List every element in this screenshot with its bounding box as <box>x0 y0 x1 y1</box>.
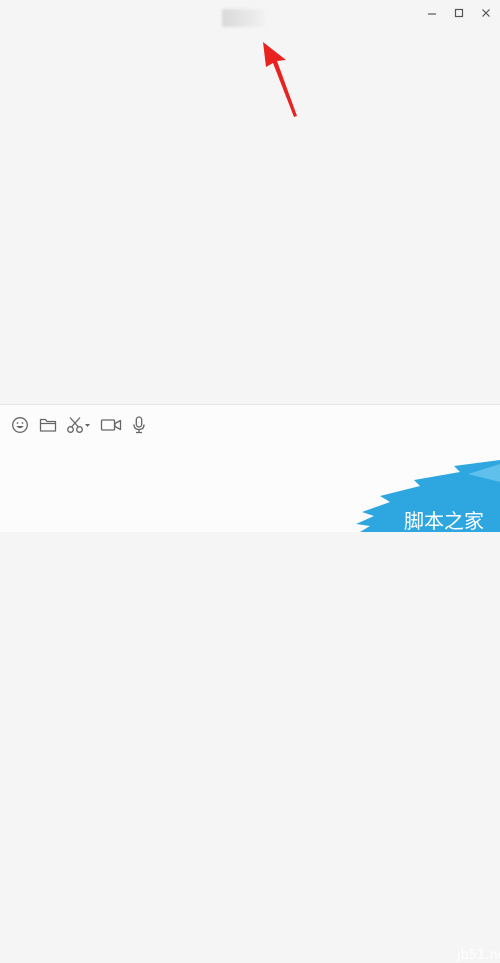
minimize-button[interactable] <box>419 2 445 24</box>
close-button[interactable] <box>473 2 499 24</box>
maximize-icon <box>454 8 464 18</box>
red-arrow-annotation <box>263 42 297 117</box>
emoji-icon <box>12 417 28 433</box>
screenshot-button[interactable] <box>66 413 92 437</box>
chat-window: jb51.net 脚本之家 <box>0 0 500 963</box>
video-call-button[interactable] <box>100 413 122 437</box>
message-input[interactable] <box>10 441 354 531</box>
video-icon <box>100 419 122 431</box>
voice-button[interactable] <box>131 413 147 437</box>
folder-icon <box>39 418 57 432</box>
input-toolbar <box>0 413 200 437</box>
watermark-domain: jb51.net <box>457 948 500 963</box>
close-icon <box>482 9 490 17</box>
message-area[interactable] <box>0 28 500 404</box>
scissors-icon <box>67 417 90 433</box>
contact-name-blurred <box>222 9 266 27</box>
maximize-button[interactable] <box>446 2 472 24</box>
title-bar[interactable] <box>0 0 500 28</box>
file-button[interactable] <box>38 413 58 437</box>
microphone-icon <box>133 416 145 434</box>
minimize-icon <box>428 13 436 15</box>
emoji-button[interactable] <box>10 413 30 437</box>
watermark-text: 脚本之家 <box>404 509 484 533</box>
chevron-down-icon <box>85 424 90 427</box>
